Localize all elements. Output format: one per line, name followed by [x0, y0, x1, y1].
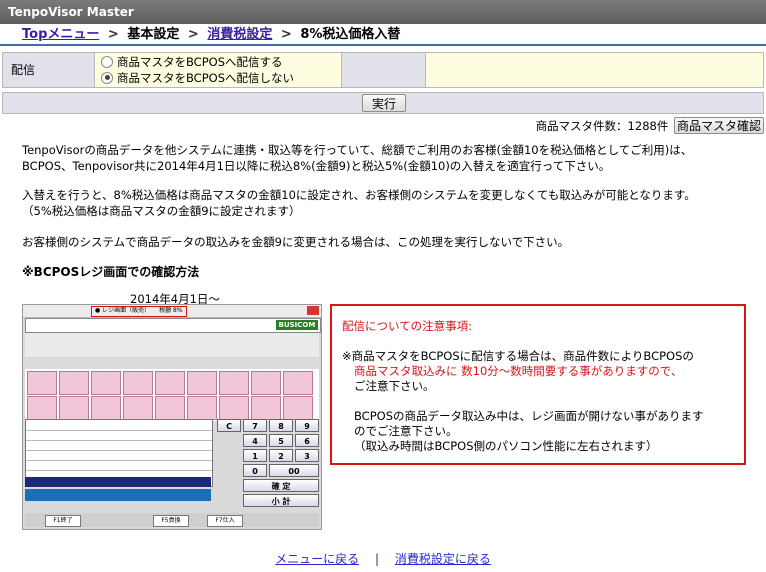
back-to-menu-link[interactable]: メニューに戻る [275, 552, 359, 566]
pos-table-row [26, 460, 212, 461]
delivery-radio-group: 商品マスタをBCPOSへ配信する 商品マスタをBCPOSへ配信しない [95, 53, 342, 87]
pos-key: 8 [269, 419, 293, 432]
pos-screenshot: ● レジ画面（販売） 税額 8% BUSICOM C 7 8 9 4 5 6 1… [22, 304, 322, 530]
radio-do-not-deliver-label: 商品マスタをBCPOSへ配信しない [117, 71, 295, 85]
pos-product-key-grid [25, 369, 319, 421]
product-count-text: 商品マスタ件数：1288件 [535, 119, 669, 133]
option-spacer [342, 53, 426, 87]
pos-key: 9 [295, 419, 319, 432]
pos-product-key [27, 371, 57, 395]
option-extra-field [426, 53, 763, 87]
pos-product-key [91, 396, 121, 420]
pos-key: C [217, 419, 241, 432]
pos-total-bar [25, 477, 211, 487]
delivery-notice-box: 配信についての注意事項: ※商品マスタをBCPOSに配信する場合は、商品件数によ… [330, 304, 746, 465]
window-title: TenpoVisor Master [0, 0, 766, 24]
back-to-tax-settings-link[interactable]: 消費税設定に戻る [395, 552, 491, 566]
product-master-check-button[interactable]: 商品マスタ確認 [673, 117, 764, 134]
pos-function-keys: F1終了 F5貢換 F7仕入 [25, 513, 319, 527]
pos-tab-bar [25, 359, 319, 369]
pos-key: 00 [269, 464, 319, 477]
pos-key: 5 [269, 434, 293, 447]
pos-table-row [26, 450, 212, 451]
pos-keypad: C 7 8 9 4 5 6 1 2 3 0 00 確 定 小 計 [215, 419, 319, 511]
pos-fkey: F7仕入 [207, 515, 243, 527]
description-line: （5%税込価格は商品マスタの金額9に設定されます） [22, 204, 301, 218]
radio-deliver-indicator[interactable] [101, 55, 113, 68]
notice-line: ※商品マスタをBCPOSに配信する場合は、商品件数によりBCPOSの [342, 349, 694, 363]
breadcrumb-separator: > [187, 27, 199, 42]
description-line: 入替えを行うと、8%税込価格は商品マスタの金額10に設定され、お客様側のシステム… [22, 188, 696, 202]
notice-line: ご注意下さい。 [354, 379, 435, 393]
pos-product-key [155, 371, 185, 395]
pos-key: 4 [243, 434, 267, 447]
pos-product-key [123, 371, 153, 395]
pos-confirm-key: 確 定 [243, 479, 319, 492]
pos-subtotal-key: 小 計 [243, 494, 319, 507]
pos-product-key [251, 396, 281, 420]
breadcrumb-separator: > [280, 27, 292, 42]
pos-product-key [123, 396, 153, 420]
pos-close-icon [307, 306, 319, 315]
pos-key: 7 [243, 419, 267, 432]
pos-product-key [219, 396, 249, 420]
pos-table-row [26, 440, 212, 441]
pos-product-key [59, 396, 89, 420]
pos-product-key [283, 396, 313, 420]
pos-product-key [187, 396, 217, 420]
notice-line-warning: 商品マスタ取込みに 数10分～数時間要する事がありますので、 [354, 364, 683, 378]
pos-product-key [283, 371, 313, 395]
page-title: 8%税込価格入替 [300, 27, 401, 42]
pos-fkey: F5貢換 [153, 515, 189, 527]
pos-product-key [155, 396, 185, 420]
radio-do-not-deliver[interactable]: 商品マスタをBCPOSへ配信しない [101, 70, 294, 86]
notice-line: BCPOSの商品データ取込み中は、レジ画面が開けない事があります [354, 409, 704, 423]
notice-line: （取込み時間はBCPOS側のパソコン性能に左右されます） [354, 439, 658, 453]
pos-status-bar [25, 489, 211, 501]
breadcrumb-top-menu-link[interactable]: Topメニュー [22, 27, 99, 42]
breadcrumb-tax-settings-link[interactable]: 消費税設定 [207, 27, 272, 42]
radio-deliver[interactable]: 商品マスタをBCPOSへ配信する [101, 54, 283, 70]
pos-key: 3 [295, 449, 319, 462]
pos-product-key [91, 371, 121, 395]
pos-product-key [187, 371, 217, 395]
pos-key: 0 [243, 464, 267, 477]
pos-key: 6 [295, 434, 319, 447]
footer-separator: | [374, 552, 380, 566]
pos-product-key [219, 371, 249, 395]
pos-table-row [26, 470, 212, 471]
pos-product-key [27, 396, 57, 420]
pos-header-label: ● レジ画面（販売） 税額 8% [95, 307, 183, 314]
breadcrumb: Topメニュー > 基本設定 > 消費税設定 > 8%税込価格入替 [0, 24, 766, 46]
notice-line: のでご注意下さい。 [354, 424, 458, 438]
description-line: BCPOS、Tenpovisor共に2014年4月1日以降に税込8%(金額9)と… [22, 159, 611, 173]
breadcrumb-basic-settings: 基本設定 [127, 27, 180, 42]
confirm-method-heading: ※BCPOSレジ画面での確認方法 [22, 265, 200, 279]
radio-do-not-deliver-indicator[interactable] [101, 71, 113, 84]
pos-product-key [59, 371, 89, 395]
product-count-line: 商品マスタ件数：1288件 商品マスタ確認 [536, 117, 764, 135]
pos-table-row [26, 430, 212, 431]
execute-button[interactable]: 実行 [362, 94, 406, 112]
delivery-label: 配信 [3, 53, 95, 87]
pos-info-bar [25, 333, 319, 357]
delivery-options-row: 配信 商品マスタをBCPOSへ配信する 商品マスタをBCPOSへ配信しない [2, 52, 764, 88]
pos-key: 1 [243, 449, 267, 462]
pos-product-key [251, 371, 281, 395]
description-line: お客様側のシステムで商品データの取込みを金額9に変更される場合は、この処理を実行… [22, 235, 570, 249]
breadcrumb-separator: > [107, 27, 119, 42]
notice-title: 配信についての注意事項: [342, 319, 473, 333]
pos-fkey: F1終了 [45, 515, 81, 527]
execute-row: 実行 [2, 92, 764, 114]
footer-links: メニューに戻る | 消費税設定に戻る [0, 550, 766, 567]
pos-key: 2 [269, 449, 293, 462]
radio-deliver-label: 商品マスタをBCPOSへ配信する [117, 55, 283, 69]
pos-brand-logo: BUSICOM [276, 320, 318, 330]
description-line: TenpoVisorの商品データを他システムに連携・取込等を行っていて、総額でご… [22, 143, 693, 157]
